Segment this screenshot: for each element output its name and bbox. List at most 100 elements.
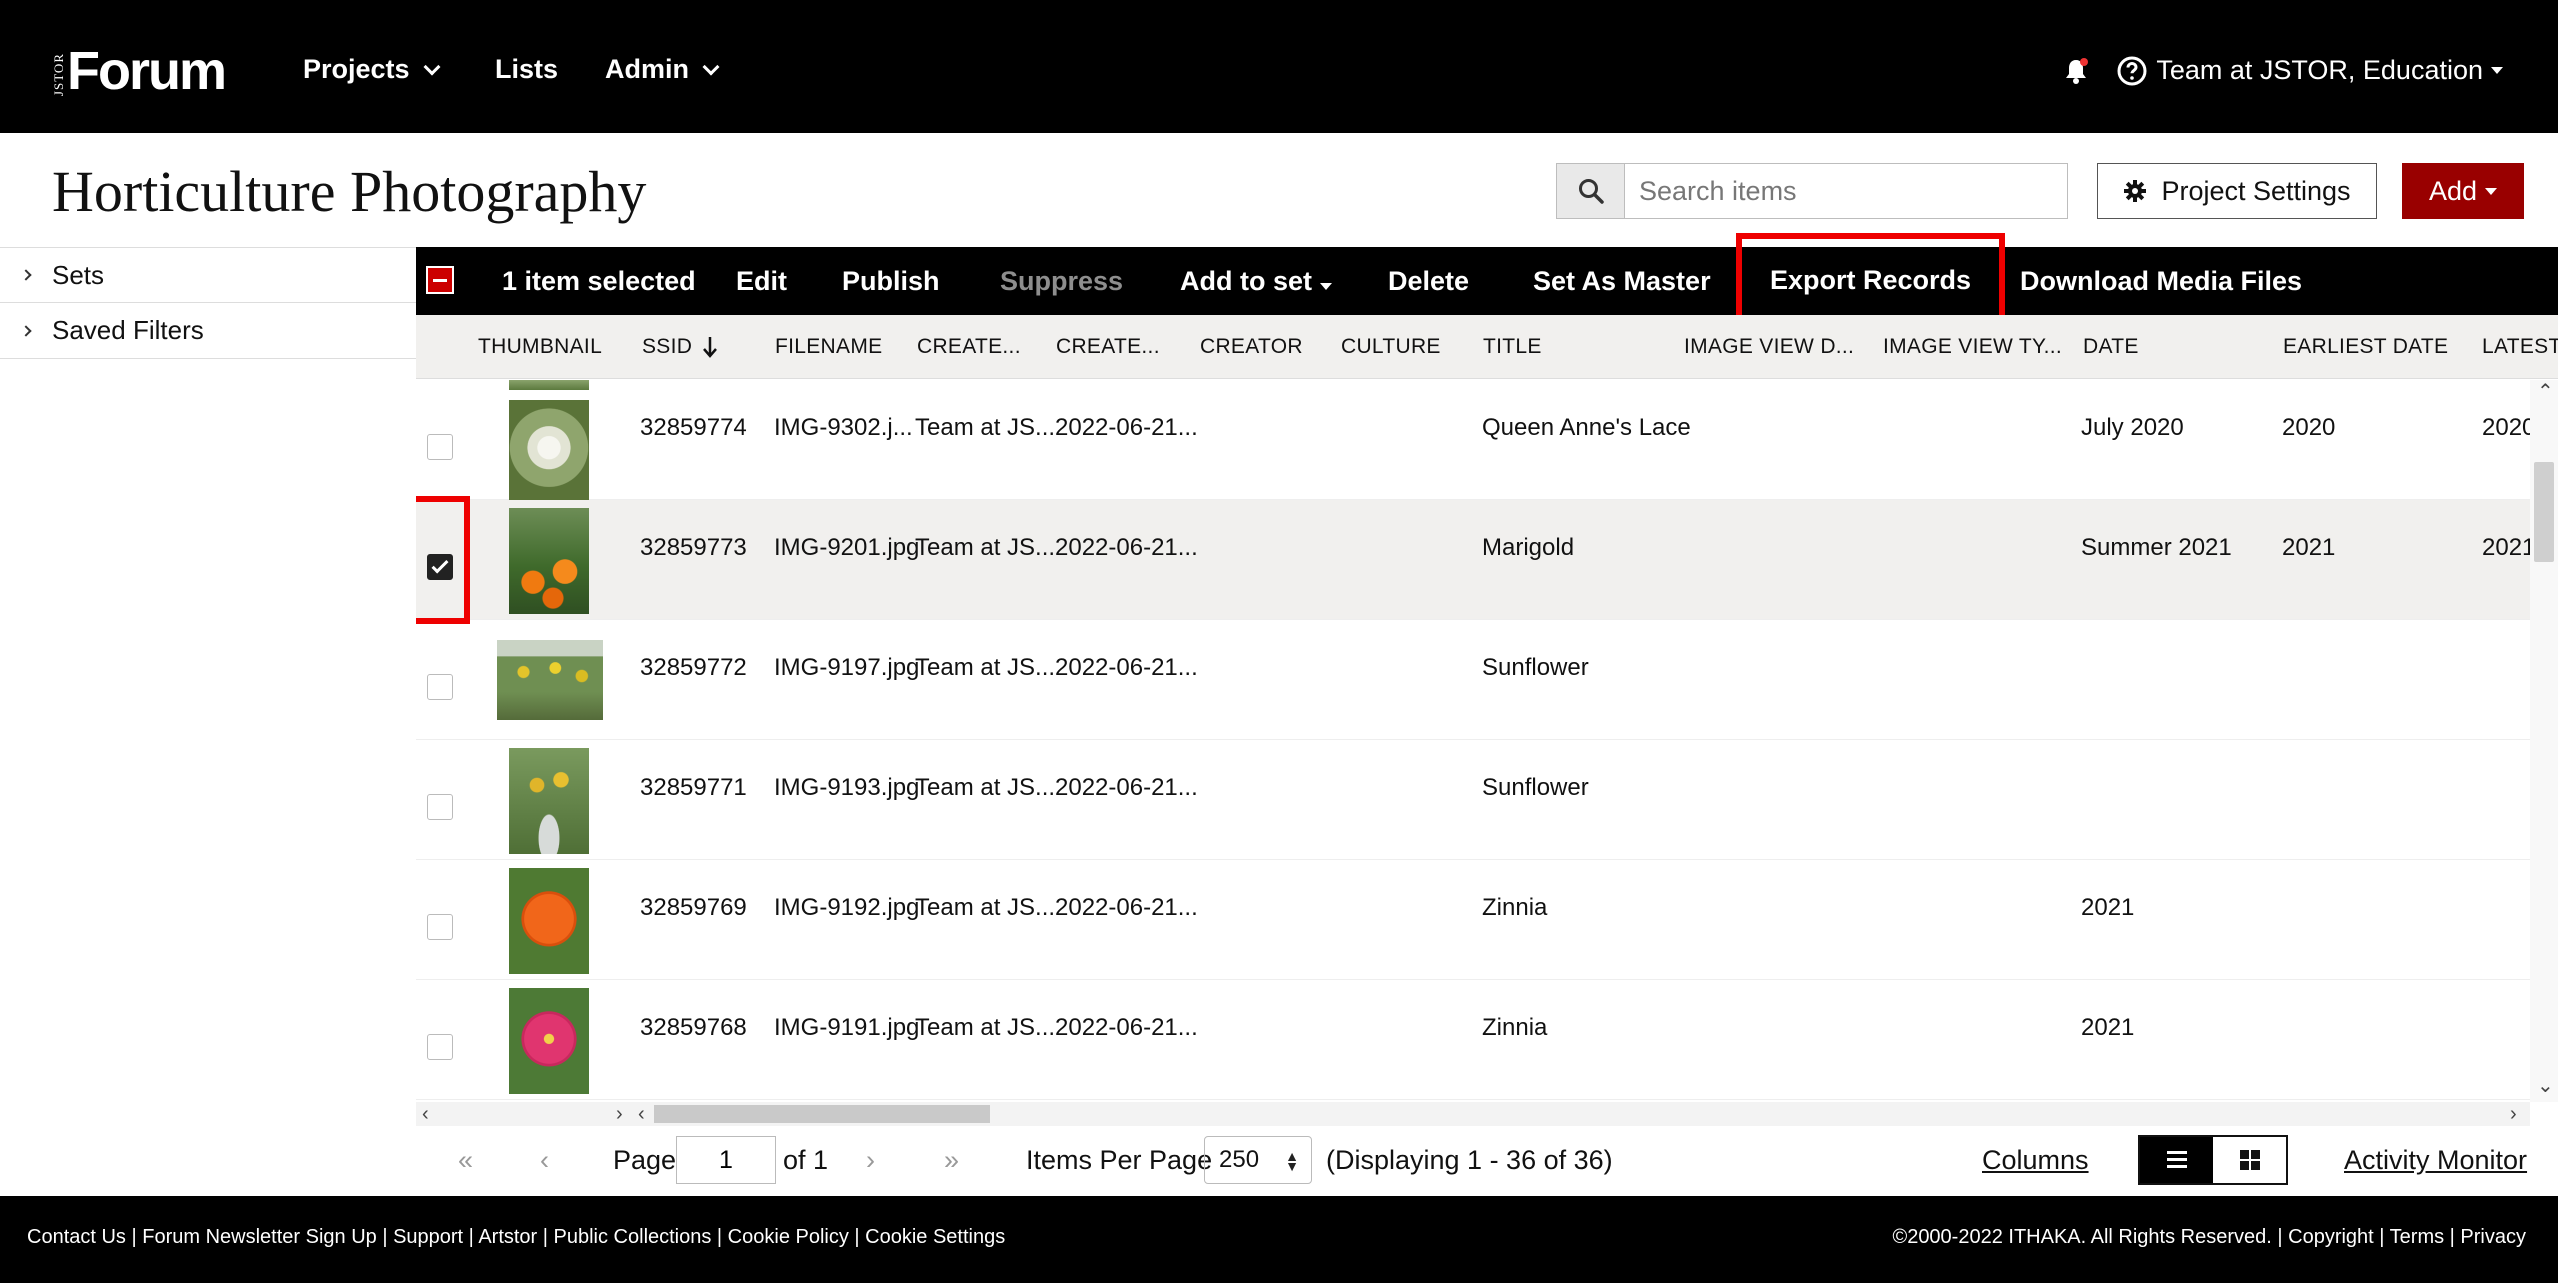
edit-button[interactable]: Edit bbox=[736, 247, 787, 315]
table-row[interactable]: 32859773 IMG-9201.jpg Team at JS... 2022… bbox=[416, 496, 2530, 624]
vertical-scrollbar[interactable]: ⌃ ⌄ bbox=[2530, 380, 2558, 1102]
add-button[interactable]: Add bbox=[2402, 163, 2524, 219]
gear-icon bbox=[2124, 180, 2147, 202]
footer-links[interactable]: Contact Us | Forum Newsletter Sign Up | … bbox=[27, 1226, 1005, 1249]
cell-latest-date: 2021 bbox=[2482, 534, 2530, 561]
last-page-icon[interactable]: » bbox=[944, 1128, 959, 1192]
export-records-button[interactable]: Export Records bbox=[1735, 233, 2006, 327]
activity-monitor-link[interactable]: Activity Monitor bbox=[2344, 1128, 2527, 1192]
row-checkbox[interactable] bbox=[427, 674, 453, 700]
items-per-page-select[interactable]: 250 ▲ ▼ bbox=[1204, 1136, 1312, 1184]
table-row[interactable]: 32859771 IMG-9193.jpg Team at JS... 2022… bbox=[416, 740, 2530, 860]
scroll-left-icon[interactable]: ‹ bbox=[422, 1102, 429, 1126]
column-header-created-on[interactable]: CREATE... bbox=[1056, 315, 1160, 379]
cell-date: 2021 bbox=[2081, 894, 2135, 921]
column-header-thumbnail[interactable]: THUMBNAIL bbox=[478, 315, 602, 379]
user-menu[interactable]: Team at JSTOR, Education bbox=[2156, 55, 2503, 86]
thumbnail-image[interactable] bbox=[509, 748, 589, 854]
first-page-icon[interactable]: « bbox=[458, 1128, 473, 1192]
nav-admin[interactable]: Admin bbox=[605, 54, 720, 85]
scroll-right-icon[interactable]: › bbox=[2510, 1102, 2517, 1126]
add-button-label: Add bbox=[2428, 175, 2478, 206]
column-header-image-view-description[interactable]: IMAGE VIEW D... bbox=[1684, 315, 1854, 379]
cell-title: Queen Anne's Lace bbox=[1482, 414, 1691, 441]
cell-created-by: Team at JS... bbox=[915, 894, 1056, 921]
footer-copyright[interactable]: ©2000-2022 ITHAKA. All Rights Reserved. … bbox=[1892, 1226, 2526, 1249]
sidebar-item-sets[interactable]: Sets bbox=[0, 247, 416, 303]
publish-button[interactable]: Publish bbox=[842, 247, 940, 315]
grid-view-icon bbox=[2239, 1150, 2260, 1170]
project-title: Horticulture Photography bbox=[52, 159, 647, 224]
nav-lists[interactable]: Lists bbox=[495, 54, 558, 85]
row-checkbox[interactable] bbox=[427, 1034, 453, 1060]
app-root: JSTOR Forum Projects Lists Admin Team at… bbox=[0, 0, 2558, 1283]
column-header-created-by[interactable]: CREATE... bbox=[917, 315, 1021, 379]
columns-link[interactable]: Columns bbox=[1982, 1128, 2089, 1192]
cell-created-on: 2022-06-21... bbox=[1055, 774, 1198, 801]
prev-page-icon[interactable]: ‹ bbox=[540, 1128, 549, 1192]
sidebar-item-saved-filters[interactable]: Saved Filters bbox=[0, 303, 416, 359]
items-per-page-label: Items Per Page bbox=[1026, 1145, 1213, 1175]
column-header-date[interactable]: DATE bbox=[2083, 315, 2139, 379]
deselect-all-checkbox[interactable] bbox=[426, 266, 454, 294]
scroll-up-icon[interactable]: ⌃ bbox=[2537, 380, 2554, 404]
search-input[interactable] bbox=[1625, 164, 2067, 218]
download-media-files-button[interactable]: Download Media Files bbox=[2020, 247, 2302, 315]
horizontal-scrollbar[interactable]: ‹ › ‹ › bbox=[416, 1102, 2530, 1126]
list-view-button[interactable] bbox=[2140, 1137, 2213, 1183]
page-number-input[interactable] bbox=[676, 1136, 776, 1184]
logo-forum-text: Forum bbox=[67, 41, 227, 101]
row-checkbox[interactable] bbox=[427, 794, 453, 820]
horizontal-scroll-thumb[interactable] bbox=[654, 1105, 990, 1123]
thumbnail-image[interactable] bbox=[509, 988, 589, 1094]
table-row[interactable]: 32859774 IMG-9302.j... Team at JS... 202… bbox=[416, 380, 2530, 506]
add-to-set-button[interactable]: Add to set bbox=[1180, 247, 1332, 315]
column-header-earliest-date[interactable]: EARLIEST DATE bbox=[2283, 315, 2448, 379]
cell-created-by: Team at JS... bbox=[915, 654, 1056, 681]
table-row[interactable]: 32859772 IMG-9197.jpg Team at JS... 2022… bbox=[416, 620, 2530, 740]
column-header-latest-date[interactable]: LATEST bbox=[2482, 315, 2558, 379]
search-button[interactable] bbox=[1557, 164, 1625, 218]
cell-created-on: 2022-06-21... bbox=[1055, 414, 1198, 441]
thumbnail-image[interactable] bbox=[497, 640, 603, 720]
logo-jstor-text: JSTOR bbox=[51, 52, 66, 96]
row-checkbox[interactable] bbox=[427, 434, 453, 460]
table-row[interactable]: 32859769 IMG-9192.jpg Team at JS... 2022… bbox=[416, 860, 2530, 980]
column-header-creator[interactable]: CREATOR bbox=[1200, 315, 1303, 379]
project-settings-button[interactable]: Project Settings bbox=[2097, 163, 2377, 219]
suppress-button[interactable]: Suppress bbox=[1000, 247, 1123, 315]
column-header-filename[interactable]: FILENAME bbox=[775, 315, 882, 379]
nav-projects-label: Projects bbox=[303, 54, 410, 84]
add-to-set-label: Add to set bbox=[1180, 266, 1312, 296]
cell-title: Sunflower bbox=[1482, 654, 1589, 681]
cell-earliest-date: 2020 bbox=[2282, 414, 2336, 441]
table-row[interactable]: 32859768 IMG-9191.jpg Team at JS... 2022… bbox=[416, 980, 2530, 1100]
scroll-left-icon[interactable]: ‹ bbox=[638, 1102, 645, 1126]
page-of-label: of 1 bbox=[783, 1145, 829, 1175]
thumbnail-image[interactable] bbox=[509, 400, 589, 506]
bell-icon[interactable] bbox=[2060, 55, 2092, 87]
nav-projects[interactable]: Projects bbox=[303, 54, 441, 85]
cell-filename: IMG-9192.jpg bbox=[774, 894, 920, 921]
table-body: 32859774 IMG-9302.j... Team at JS... 202… bbox=[416, 380, 2530, 1102]
scroll-down-icon[interactable]: ⌄ bbox=[2537, 1074, 2554, 1098]
row-checkbox[interactable] bbox=[427, 554, 453, 580]
cell-latest-date: 2020 bbox=[2482, 414, 2530, 441]
next-page-icon[interactable]: › bbox=[866, 1128, 875, 1192]
row-checkbox[interactable] bbox=[427, 914, 453, 940]
scroll-right-icon[interactable]: › bbox=[616, 1102, 623, 1126]
thumbnail-image[interactable] bbox=[509, 868, 589, 974]
help-icon[interactable] bbox=[2116, 55, 2148, 87]
column-header-ssid[interactable]: SSID bbox=[642, 315, 718, 379]
column-header-culture[interactable]: CULTURE bbox=[1341, 315, 1441, 379]
column-header-title[interactable]: TITLE bbox=[1483, 315, 1542, 379]
set-as-master-button[interactable]: Set As Master bbox=[1533, 247, 1711, 315]
column-header-image-view-type[interactable]: IMAGE VIEW TY... bbox=[1883, 315, 2062, 379]
delete-button[interactable]: Delete bbox=[1388, 247, 1469, 315]
caret-down-icon bbox=[2491, 67, 2503, 74]
grid-view-button[interactable] bbox=[2213, 1137, 2286, 1183]
chevron-right-icon bbox=[20, 324, 32, 337]
vertical-scroll-thumb[interactable] bbox=[2534, 462, 2554, 562]
jstor-forum-logo[interactable]: JSTOR Forum bbox=[51, 40, 227, 101]
thumbnail-image[interactable] bbox=[509, 508, 589, 614]
